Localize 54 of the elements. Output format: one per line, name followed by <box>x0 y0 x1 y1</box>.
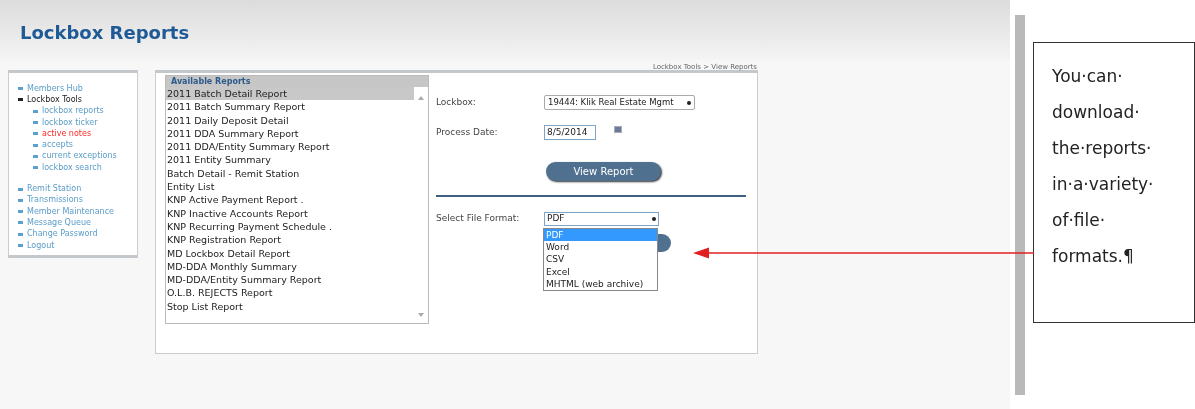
dropdown-option[interactable]: Excel <box>544 265 657 278</box>
bullet-icon <box>18 244 23 247</box>
report-listbox[interactable] <box>165 75 429 324</box>
field-label: Select File Format: <box>436 212 521 226</box>
bullet-icon <box>18 232 23 236</box>
report-item[interactable]: 2011 Batch Detail Report <box>166 87 414 101</box>
field-label: Lockbox: <box>436 95 477 109</box>
callout-text: You·can·download·the·reports·in·a·variety·of·file·formats.¶ <box>1052 65 1155 268</box>
bullet-icon <box>33 109 38 113</box>
report-item[interactable]: 2011 Batch Summary Report <box>166 100 414 114</box>
report-item[interactable]: 2011 DDA/Entity Summary Report <box>166 140 414 154</box>
report-item[interactable]: Batch Detail - Remit Station <box>166 166 414 181</box>
report-item[interactable]: KNP Registration Report <box>166 233 414 247</box>
bullet-icon <box>33 121 38 125</box>
caret-icon <box>652 217 656 221</box>
dropdown-option[interactable]: MHTML (web archive) <box>544 277 657 290</box>
calendar-icon[interactable] <box>614 126 622 133</box>
bullet-icon <box>33 143 38 147</box>
view-report-button[interactable]: View Report <box>546 162 661 181</box>
date-field[interactable]: 8/5/2014 <box>544 125 596 140</box>
dropdown-option[interactable]: CSV <box>544 253 657 266</box>
nav-link[interactable]: active notes <box>42 129 92 138</box>
bullet-icon <box>33 154 38 158</box>
file-format-select[interactable]: PDF <box>544 212 659 226</box>
page-title: Lockbox Reports <box>20 22 190 43</box>
report-item[interactable]: Stop List Report <box>166 299 414 314</box>
dropdown-option[interactable]: Word <box>544 241 657 254</box>
bullet-icon <box>33 166 38 170</box>
report-item[interactable]: MD-DDA/Entity Summary Report <box>166 273 414 287</box>
report-item[interactable]: MD Lockbox Detail Report <box>166 246 414 260</box>
report-item[interactable]: 2011 DDA Summary Report <box>166 126 414 141</box>
field-label: Process Date: <box>436 125 499 139</box>
bullet-icon <box>33 132 38 136</box>
report-item[interactable]: KNP Inactive Accounts Report <box>166 206 414 220</box>
report-item[interactable]: MD-DDA Monthly Summary <box>166 259 414 274</box>
report-item[interactable]: 2011 Entity Summary <box>166 153 414 167</box>
scrollbar[interactable] <box>1015 15 1025 395</box>
lockbox-select[interactable]: 19444: Klik Real Estate Mgmt <box>544 95 695 110</box>
nav-link[interactable]: Lockbox Tools <box>27 95 82 104</box>
report-item[interactable]: Entity List <box>166 180 414 194</box>
report-item[interactable]: 2011 Daily Deposit Detail <box>166 113 414 127</box>
bullet-icon <box>18 187 23 191</box>
bullet-icon <box>18 221 23 225</box>
report-item[interactable]: KNP Active Payment Report . <box>166 193 414 207</box>
caret-icon <box>687 100 691 105</box>
bullet-icon <box>18 98 23 102</box>
bullet-icon <box>18 87 23 91</box>
bullet-icon <box>18 210 23 214</box>
list-header: Available Reports <box>166 76 428 87</box>
bullet-icon <box>18 198 23 202</box>
report-item[interactable]: O.L.B. REJECTS Report <box>166 286 414 300</box>
scroll-down-icon[interactable] <box>418 313 424 317</box>
report-item[interactable]: KNP Recurring Payment Schedule . <box>166 219 414 234</box>
scroll-up-icon[interactable] <box>418 96 424 100</box>
